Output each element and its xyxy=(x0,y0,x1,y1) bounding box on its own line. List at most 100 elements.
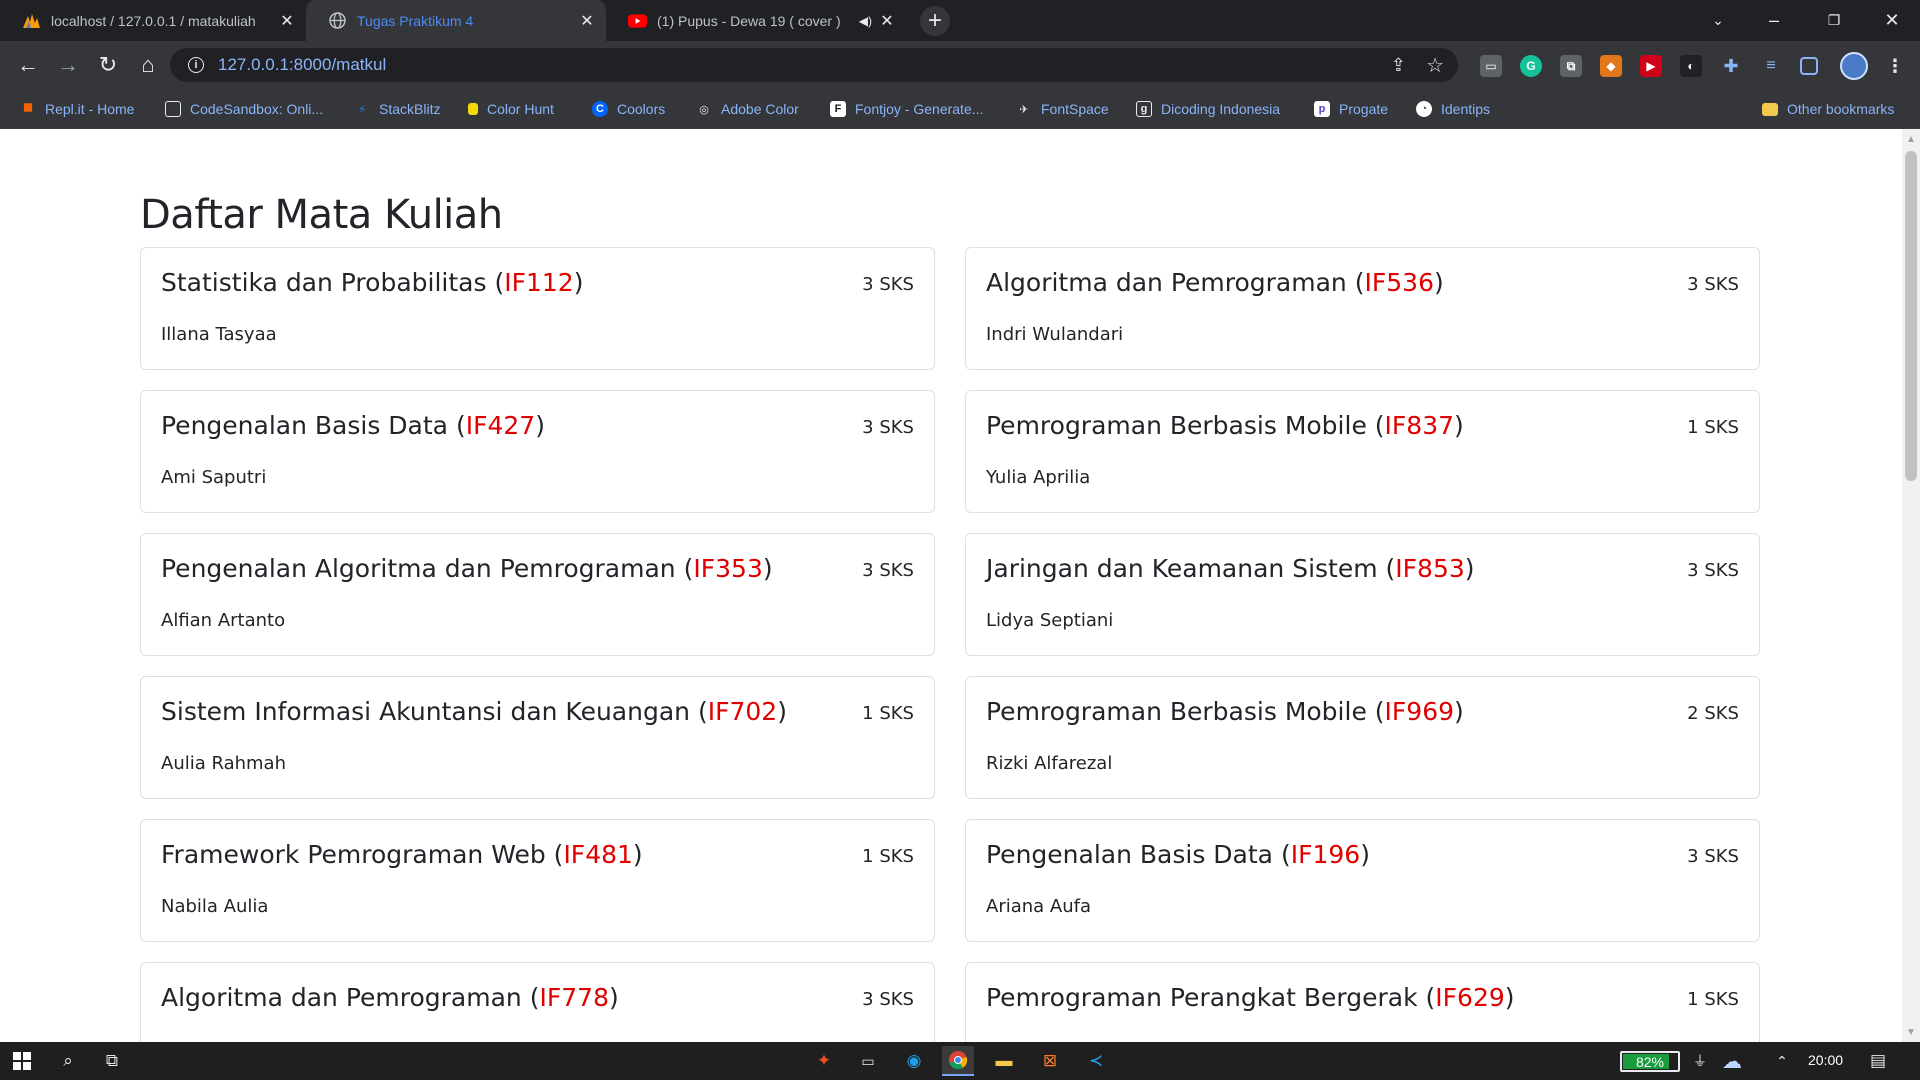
paren-open: ( xyxy=(529,983,540,1012)
speaker-muted-icon[interactable]: ◀) xyxy=(859,14,872,28)
info-icon[interactable]: i xyxy=(188,57,204,73)
bookmark-label: Repl.it - Home xyxy=(45,101,135,117)
bookmark-coolors[interactable]: C Coolors xyxy=(592,98,665,120)
metamask-icon[interactable]: ◆ xyxy=(1600,55,1622,77)
paren-open: ( xyxy=(494,268,505,297)
new-tab-button[interactable]: + xyxy=(920,6,950,36)
paren-close: ) xyxy=(573,268,584,297)
bookmark-fontspace[interactable]: ✈ FontSpace xyxy=(1016,98,1109,120)
other-bookmarks-folder[interactable]: Other bookmarks xyxy=(1762,98,1894,120)
replit-icon: ⯀ xyxy=(23,102,33,115)
tab-phpmyadmin[interactable]: localhost / 127.0.0.1 / matakuliah ✕ xyxy=(0,0,306,41)
bookmark-label: Identips xyxy=(1441,101,1491,117)
course-card: Pengenalan Basis Data (IF196) 3 SKS Ariana… xyxy=(965,819,1760,942)
course-code: IF778 xyxy=(539,983,609,1012)
bookmark-label: FontSpace xyxy=(1041,101,1109,117)
bookmark-progate[interactable]: p Progate xyxy=(1314,98,1388,120)
scroll-down-icon[interactable]: ▼ xyxy=(1902,1024,1920,1040)
course-name: Sistem Informasi Akuntansi dan Keuangan xyxy=(161,697,691,726)
course-code: IF702 xyxy=(707,697,778,726)
page-viewport: Daftar Mata Kuliah Statistika dan Probab… xyxy=(0,129,1902,1042)
bookmark-star-icon[interactable]: ☆ xyxy=(1426,53,1444,78)
bookmark-colorhunt[interactable]: Color Hunt xyxy=(468,98,554,120)
course-sks: 2 SKS xyxy=(1687,703,1739,724)
back-arrow-icon[interactable]: ← xyxy=(12,49,44,81)
figma-icon[interactable]: ✦ xyxy=(808,1046,840,1076)
forward-arrow-icon[interactable]: → xyxy=(52,49,84,81)
page-scrollbar[interactable]: ▲ ▼ xyxy=(1902,129,1920,1042)
paren-open: ( xyxy=(1385,554,1396,583)
tab-search-icon[interactable]: ⌄ xyxy=(1690,0,1746,41)
bookmark-codesandbox[interactable]: CodeSandbox: Onli... xyxy=(165,98,323,120)
course-name: Pemrograman Perangkat Bergerak xyxy=(986,983,1418,1012)
close-icon[interactable]: ✕ xyxy=(278,12,296,30)
course-name: Pengenalan Algoritma dan Pemrograman xyxy=(161,554,676,583)
course-card: Pengenalan Algoritma dan Pemrograman (IF… xyxy=(140,533,935,656)
course-title: Pemrograman Berbasis Mobile (IF969) xyxy=(986,697,1464,726)
restore-button[interactable]: ❐ xyxy=(1806,0,1862,41)
extensions-puzzle-icon[interactable]: ✚ xyxy=(1720,55,1742,77)
course-name: Jaringan dan Keamanan Sistem xyxy=(986,554,1378,583)
bookmark-fontjoy[interactable]: F Fontjoy - Generate... xyxy=(830,98,983,120)
bookmark-dicoding[interactable]: g Dicoding Indonesia xyxy=(1136,98,1280,120)
chrome-icon[interactable] xyxy=(942,1046,974,1076)
close-icon[interactable]: ✕ xyxy=(578,12,596,30)
course-title: Pengenalan Algoritma dan Pemrograman (IF… xyxy=(161,554,773,583)
share-icon[interactable]: ⇪ xyxy=(1391,55,1406,76)
url-text: 127.0.0.1:8000/matkul xyxy=(218,55,387,74)
reload-icon[interactable]: ↻ xyxy=(92,49,124,81)
dark-mode-icon[interactable]: ◐ xyxy=(1680,55,1702,77)
course-title: Jaringan dan Keamanan Sistem (IF853) xyxy=(986,554,1475,583)
close-window-button[interactable]: ✕ xyxy=(1864,0,1920,41)
paren-close: ) xyxy=(632,840,643,869)
close-icon[interactable]: ✕ xyxy=(878,12,896,30)
minimize-button[interactable]: – xyxy=(1746,0,1802,41)
copy-extension-icon[interactable]: ⧉ xyxy=(1560,55,1582,77)
scroll-up-icon[interactable]: ▲ xyxy=(1902,131,1920,147)
coolors-icon: C xyxy=(592,101,608,117)
bookmark-stackblitz[interactable]: ⚡ StackBlitz xyxy=(354,98,440,120)
course-card: Sistem Informasi Akuntansi dan Keuangan … xyxy=(140,676,935,799)
paren-open: ( xyxy=(683,554,694,583)
address-bar[interactable]: i 127.0.0.1:8000/matkul ⇪ ☆ xyxy=(170,48,1458,82)
scroll-thumb[interactable] xyxy=(1905,151,1917,481)
bookmark-label: CodeSandbox: Onli... xyxy=(190,101,324,117)
weather-icon[interactable]: ☁ xyxy=(1716,1046,1748,1076)
course-code: IF536 xyxy=(1364,268,1434,297)
dualless-icon[interactable]: ▶ xyxy=(1640,55,1662,77)
bookmark-identips[interactable]: ◔ Identips xyxy=(1416,98,1490,120)
xampp-icon[interactable]: ⊠ xyxy=(1034,1046,1066,1076)
cast-icon[interactable]: ▭ xyxy=(1480,55,1502,77)
file-explorer-icon[interactable]: ▬ xyxy=(988,1046,1020,1076)
tab-title: localhost / 127.0.0.1 / matakuliah xyxy=(51,12,256,29)
edge-icon[interactable]: ◉ xyxy=(898,1046,930,1076)
course-card: Pemrograman Berbasis Mobile (IF969) 2 SKS… xyxy=(965,676,1760,799)
chevron-up-icon[interactable]: ⌃ xyxy=(1766,1046,1798,1076)
bookmark-replit[interactable]: ⯀ Repl.it - Home xyxy=(20,98,135,120)
task-view-icon[interactable]: ⧉ xyxy=(96,1046,128,1076)
bookmark-label: Progate xyxy=(1339,101,1389,117)
course-code: IF353 xyxy=(693,554,763,583)
adobe-color-icon: ◎ xyxy=(699,103,709,116)
windows-start-icon[interactable] xyxy=(6,1046,38,1076)
menu-kebab-icon[interactable]: ⋮ xyxy=(1884,55,1906,77)
reading-list-icon[interactable]: ≡ xyxy=(1760,55,1782,77)
notification-icon[interactable]: ▤ xyxy=(1862,1046,1894,1076)
home-icon[interactable]: ⌂ xyxy=(132,49,164,81)
tab-tugas-praktikum[interactable]: Tugas Praktikum 4 ✕ xyxy=(306,0,606,41)
profile-avatar[interactable] xyxy=(1840,52,1868,80)
bookmark-adobe-color[interactable]: ◎ Adobe Color xyxy=(696,98,799,120)
fontjoy-icon: F xyxy=(830,101,846,117)
paren-open: ( xyxy=(1374,697,1385,726)
globe-icon xyxy=(328,11,347,30)
battery-indicator[interactable]: 82% xyxy=(1620,1051,1680,1072)
grammarly-icon[interactable]: G xyxy=(1520,55,1542,77)
bookmark-label: Other bookmarks xyxy=(1787,101,1895,117)
terminal-icon[interactable]: ▭ xyxy=(852,1046,884,1076)
power-plug-icon[interactable]: ⏚ xyxy=(1684,1046,1716,1076)
tab-youtube[interactable]: (1) Pupus - Dewa 19 ( cover ) ◀) ✕ xyxy=(606,0,906,41)
vscode-icon[interactable]: ≺ xyxy=(1080,1046,1112,1076)
search-icon[interactable]: ⌕ xyxy=(52,1046,84,1076)
course-name: Pemrograman Berbasis Mobile xyxy=(986,697,1367,726)
side-panel-icon[interactable] xyxy=(1800,57,1818,75)
